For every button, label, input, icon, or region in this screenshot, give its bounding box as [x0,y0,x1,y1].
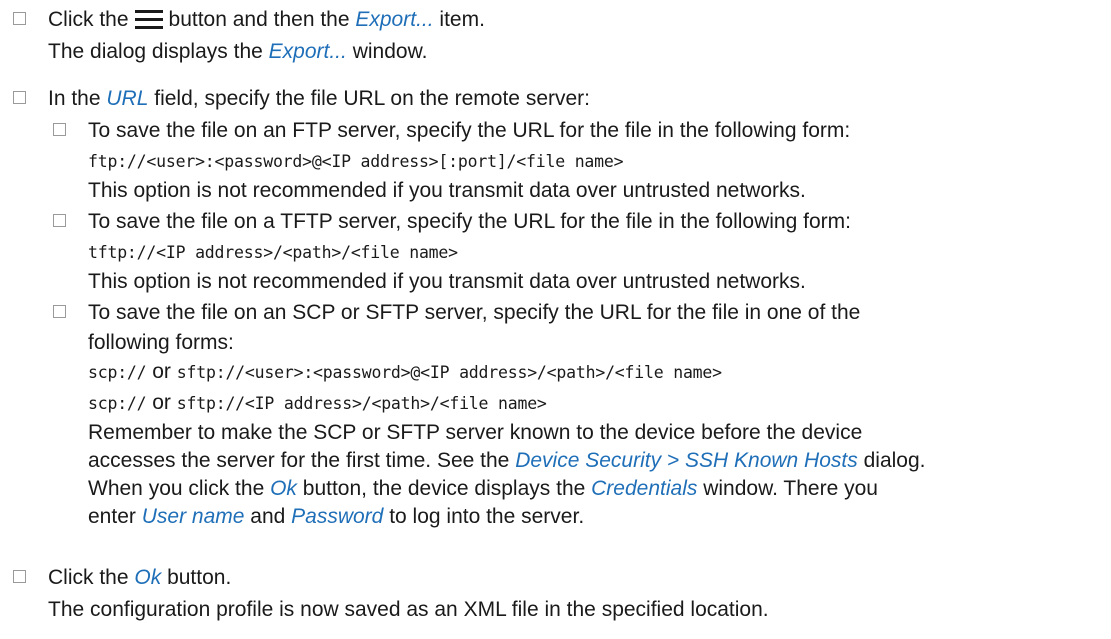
step-1: Click the button and then the Export... i… [0,4,1111,68]
substep-scp-text-1: To save the file on an SCP or SFTP serve… [88,301,861,324]
step-checkbox [13,91,26,104]
ui-ref-export-item: Export... [355,8,434,31]
substep-scp-code-2: scp:// or sftp://<IP address>/<path>/<fi… [88,391,547,414]
step-3-line-2: The configuration profile is now saved a… [48,598,769,621]
ui-ref-ok-button: Ok [270,477,297,500]
step-2-line-1: In the URL field, specify the file URL o… [48,87,590,110]
ui-ref-ssh-known-hosts: Device Security > SSH Known Hosts [515,449,858,472]
ui-ref-password: Password [291,505,384,528]
step-3-line-1: Click the Ok button. [48,566,232,589]
ui-ref-user-name: User name [141,505,245,528]
substep-tftp-text: To save the file on a TFTP server, speci… [88,210,851,233]
substep-scp-remember-4: enter User name and Password to log into… [88,505,585,528]
ui-ref-ok-button: Ok [134,566,162,589]
ui-ref-credentials-window: Credentials [591,477,698,500]
substep-checkbox [53,123,66,136]
step-1-line-1: Click the button and then the Export... i… [48,8,485,31]
substep-tftp-code: tftp://<IP address>/<path>/<file name> [88,243,458,262]
substep-scp-sftp: To save the file on an SCP or SFTP serve… [0,297,1111,531]
substep-scp-remember-2: accesses the server for the first time. … [88,449,926,472]
substep-ftp-text: To save the file on an FTP server, speci… [88,119,851,142]
substep-checkbox [53,214,66,227]
ui-ref-export-window: Export... [268,40,347,63]
substep-tftp-note: This option is not recommended if you tr… [88,270,806,293]
substep-tftp: To save the file on a TFTP server, speci… [0,206,1111,296]
step-checkbox [13,12,26,25]
substep-scp-remember-3: When you click the Ok button, the device… [88,477,878,500]
document-page: Click the button and then the Export... i… [0,0,1111,639]
hamburger-menu-icon [134,9,163,29]
step-1-line-2: The dialog displays the Export... window… [48,40,428,63]
substep-scp-remember-1: Remember to make the SCP or SFTP server … [88,421,863,444]
step-checkbox [13,570,26,583]
step-2: In the URL field, specify the file URL o… [0,83,1111,115]
substep-ftp: To save the file on an FTP server, speci… [0,115,1111,205]
step-3: Click the Ok button. The configuration p… [0,562,1111,626]
substep-scp-text-2: following forms: [88,331,234,354]
substep-scp-code-1: scp:// or sftp://<user>:<password>@<IP a… [88,360,722,383]
substep-ftp-note: This option is not recommended if you tr… [88,179,806,202]
ui-ref-url-field: URL [106,87,149,110]
substep-ftp-code: ftp://<user>:<password>@<IP address>[:po… [88,152,624,171]
substep-checkbox [53,305,66,318]
